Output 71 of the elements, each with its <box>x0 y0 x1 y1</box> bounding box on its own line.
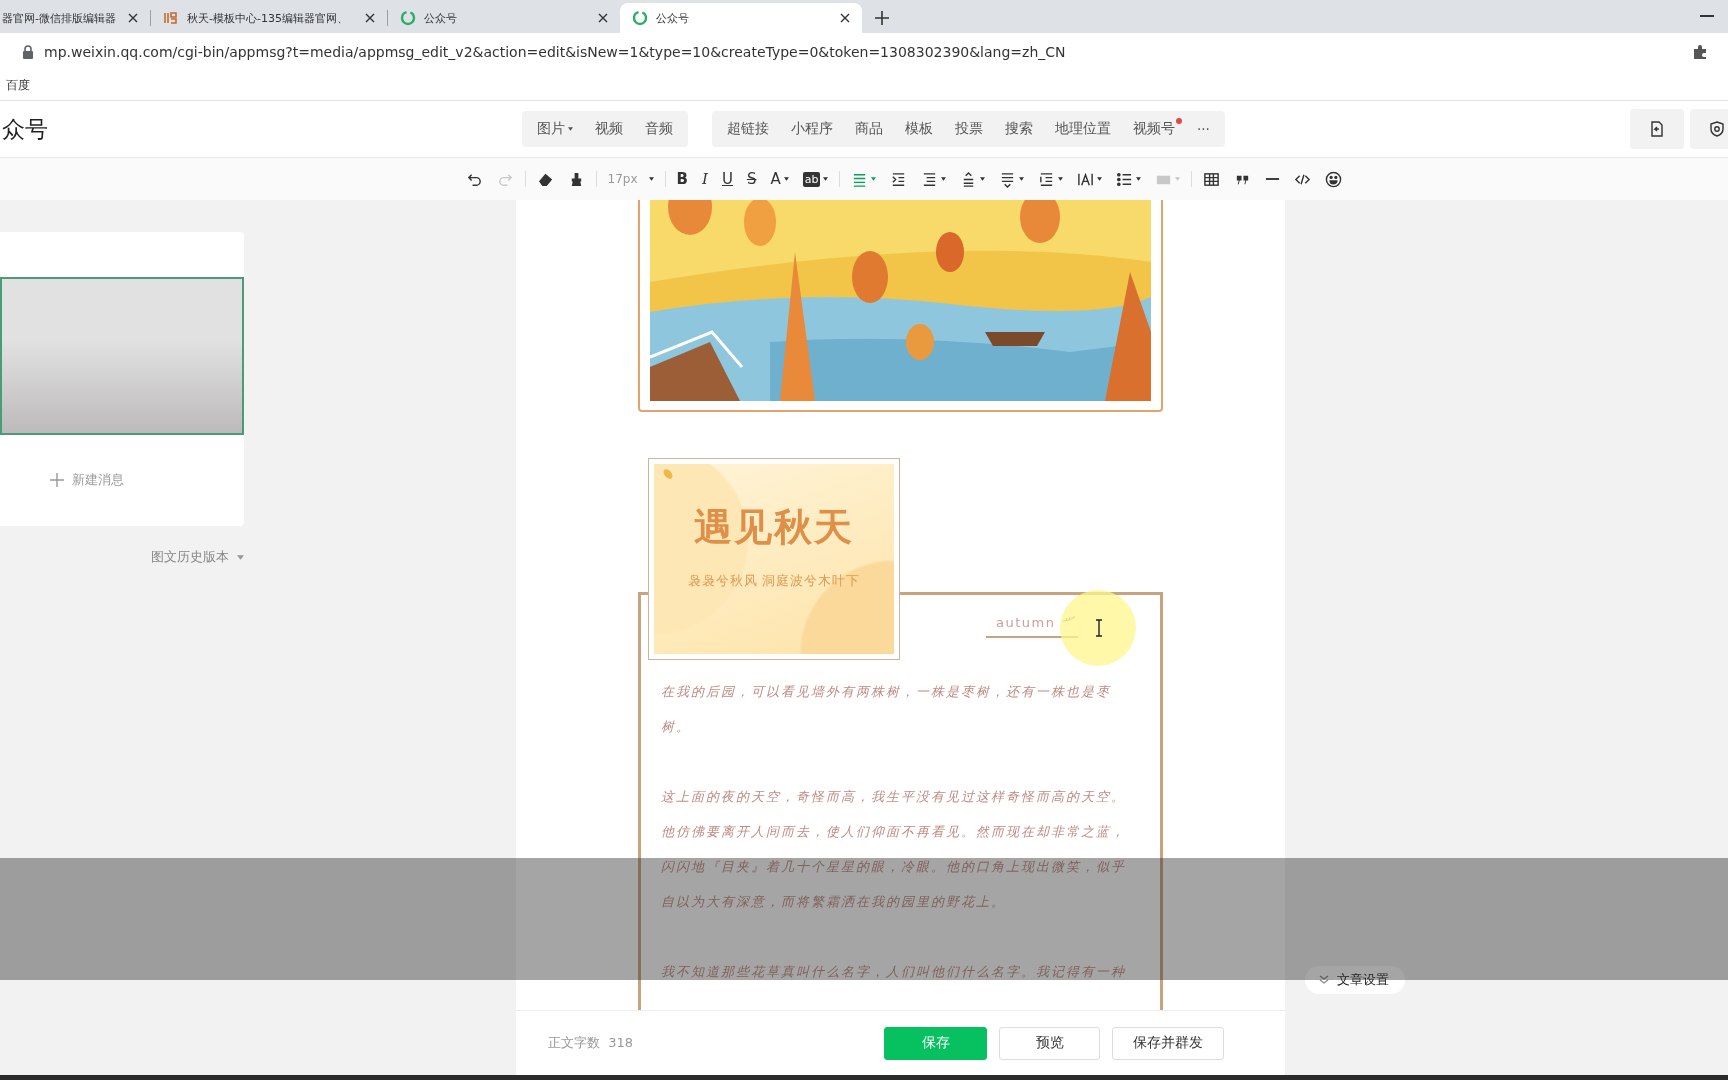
site-title: 众号 <box>2 114 49 144</box>
table-icon <box>1203 170 1221 188</box>
shield-button[interactable] <box>1690 109 1728 149</box>
browser-tab[interactable]: 秋天-模板中心-135编辑器官网、 <box>151 3 387 33</box>
insert-menu-item[interactable]: 图片 <box>526 111 584 147</box>
caret-icon <box>1097 177 1103 181</box>
action-button[interactable]: 预览 <box>999 1026 1100 1060</box>
word-count: 正文字数 318 <box>548 1034 634 1052</box>
plus-icon <box>50 473 64 487</box>
card-title: 遇见秋天 <box>694 504 854 551</box>
text-cursor-icon <box>1095 619 1103 637</box>
article-paragraph: 这上面的夜的天空，奇怪而高，我生平没有见过这样奇怪而高的天空。他仿佛要离开人间而去，使人们仰面不再看见。然而现在却非常之蓝，闪闪地『目夹』着几十个星星的眼，冷眼。他的口角上现出微笑，似乎自以为大有深意，而将繁霜洒在我的园里的野花上。 <box>661 788 1127 911</box>
emoji-icon <box>1325 170 1343 188</box>
insert-menu-item[interactable]: 搜索 <box>994 111 1044 147</box>
list-icon <box>1116 170 1134 188</box>
underline-button[interactable]: U <box>716 165 738 193</box>
browser-tab[interactable]: 公众号 <box>388 3 620 33</box>
caret-icon <box>568 127 573 131</box>
caret-icon <box>237 554 244 560</box>
close-icon[interactable] <box>128 13 138 23</box>
browser-tab[interactable]: 器官网-微信排版编辑器 <box>0 3 150 33</box>
tag-text: autumn <box>996 615 1056 630</box>
caret-icon <box>1175 177 1181 181</box>
notification-dot <box>1176 118 1182 124</box>
close-icon[interactable] <box>598 13 608 23</box>
divider-icon <box>1265 178 1281 180</box>
bold-button[interactable]: B <box>671 165 693 193</box>
cover-thumbnail[interactable] <box>0 277 244 435</box>
site-logo-icon <box>163 10 179 26</box>
insert-menu-item[interactable]: 超链接 <box>716 111 780 147</box>
card-subtitle: 袅袅兮秋风 洞庭波兮木叶下 <box>687 573 861 590</box>
lock-icon <box>22 44 34 59</box>
browser-tab[interactable]: 公众号 <box>620 3 862 33</box>
puzzle-icon[interactable] <box>1692 43 1708 60</box>
insert-menu-item[interactable]: ··· <box>1186 111 1221 147</box>
double-chevron-icon <box>1319 975 1329 985</box>
article-paragraph: 在我的后园，可以看见墙外有两株树，一株是枣树，还有一株也是枣树。 <box>661 683 1112 736</box>
caret-icon <box>1019 177 1025 181</box>
caret-icon <box>871 177 877 181</box>
highlight-button[interactable]: ab <box>797 165 834 193</box>
caret-icon <box>648 177 654 181</box>
insert-menu-item[interactable]: 音频 <box>634 111 684 147</box>
caret-icon <box>941 177 947 181</box>
insert-menu-item[interactable]: 地理位置 <box>1044 111 1122 147</box>
caret-icon <box>823 177 829 181</box>
swirl-logo-icon <box>632 10 648 26</box>
close-icon[interactable] <box>840 13 850 23</box>
shield-icon <box>1708 120 1726 138</box>
caret-icon <box>1136 177 1142 181</box>
insert-menu-item[interactable]: 视频 <box>584 111 634 147</box>
leaf-icon <box>662 468 674 480</box>
insert-menu-item[interactable]: 投票 <box>944 111 994 147</box>
italic-button[interactable]: I <box>697 165 713 193</box>
insert-menu-item[interactable]: 小程序 <box>780 111 844 147</box>
caret-icon <box>1058 177 1064 181</box>
insert-menu-item[interactable]: 模板 <box>894 111 944 147</box>
caret-icon <box>783 177 789 181</box>
article-settings-button[interactable]: 文章设置 <box>1305 966 1405 994</box>
swirl-logo-icon <box>400 10 416 26</box>
font-color-button[interactable]: A <box>765 165 794 193</box>
new-tab-icon[interactable] <box>874 10 890 26</box>
close-icon[interactable] <box>365 13 375 23</box>
bookmark-link[interactable]: 百度 <box>6 76 30 94</box>
action-button[interactable]: 保存并群发 <box>1112 1026 1224 1060</box>
insert-menu-item[interactable]: 商品 <box>844 111 894 147</box>
caret-icon <box>980 177 986 181</box>
document-icon <box>1648 120 1666 138</box>
insert-menu-item[interactable]: 视频号 <box>1122 111 1186 147</box>
letter-spacing-icon <box>1077 170 1095 188</box>
strikethrough-button[interactable]: S <box>741 165 762 193</box>
document-button[interactable] <box>1630 109 1684 149</box>
